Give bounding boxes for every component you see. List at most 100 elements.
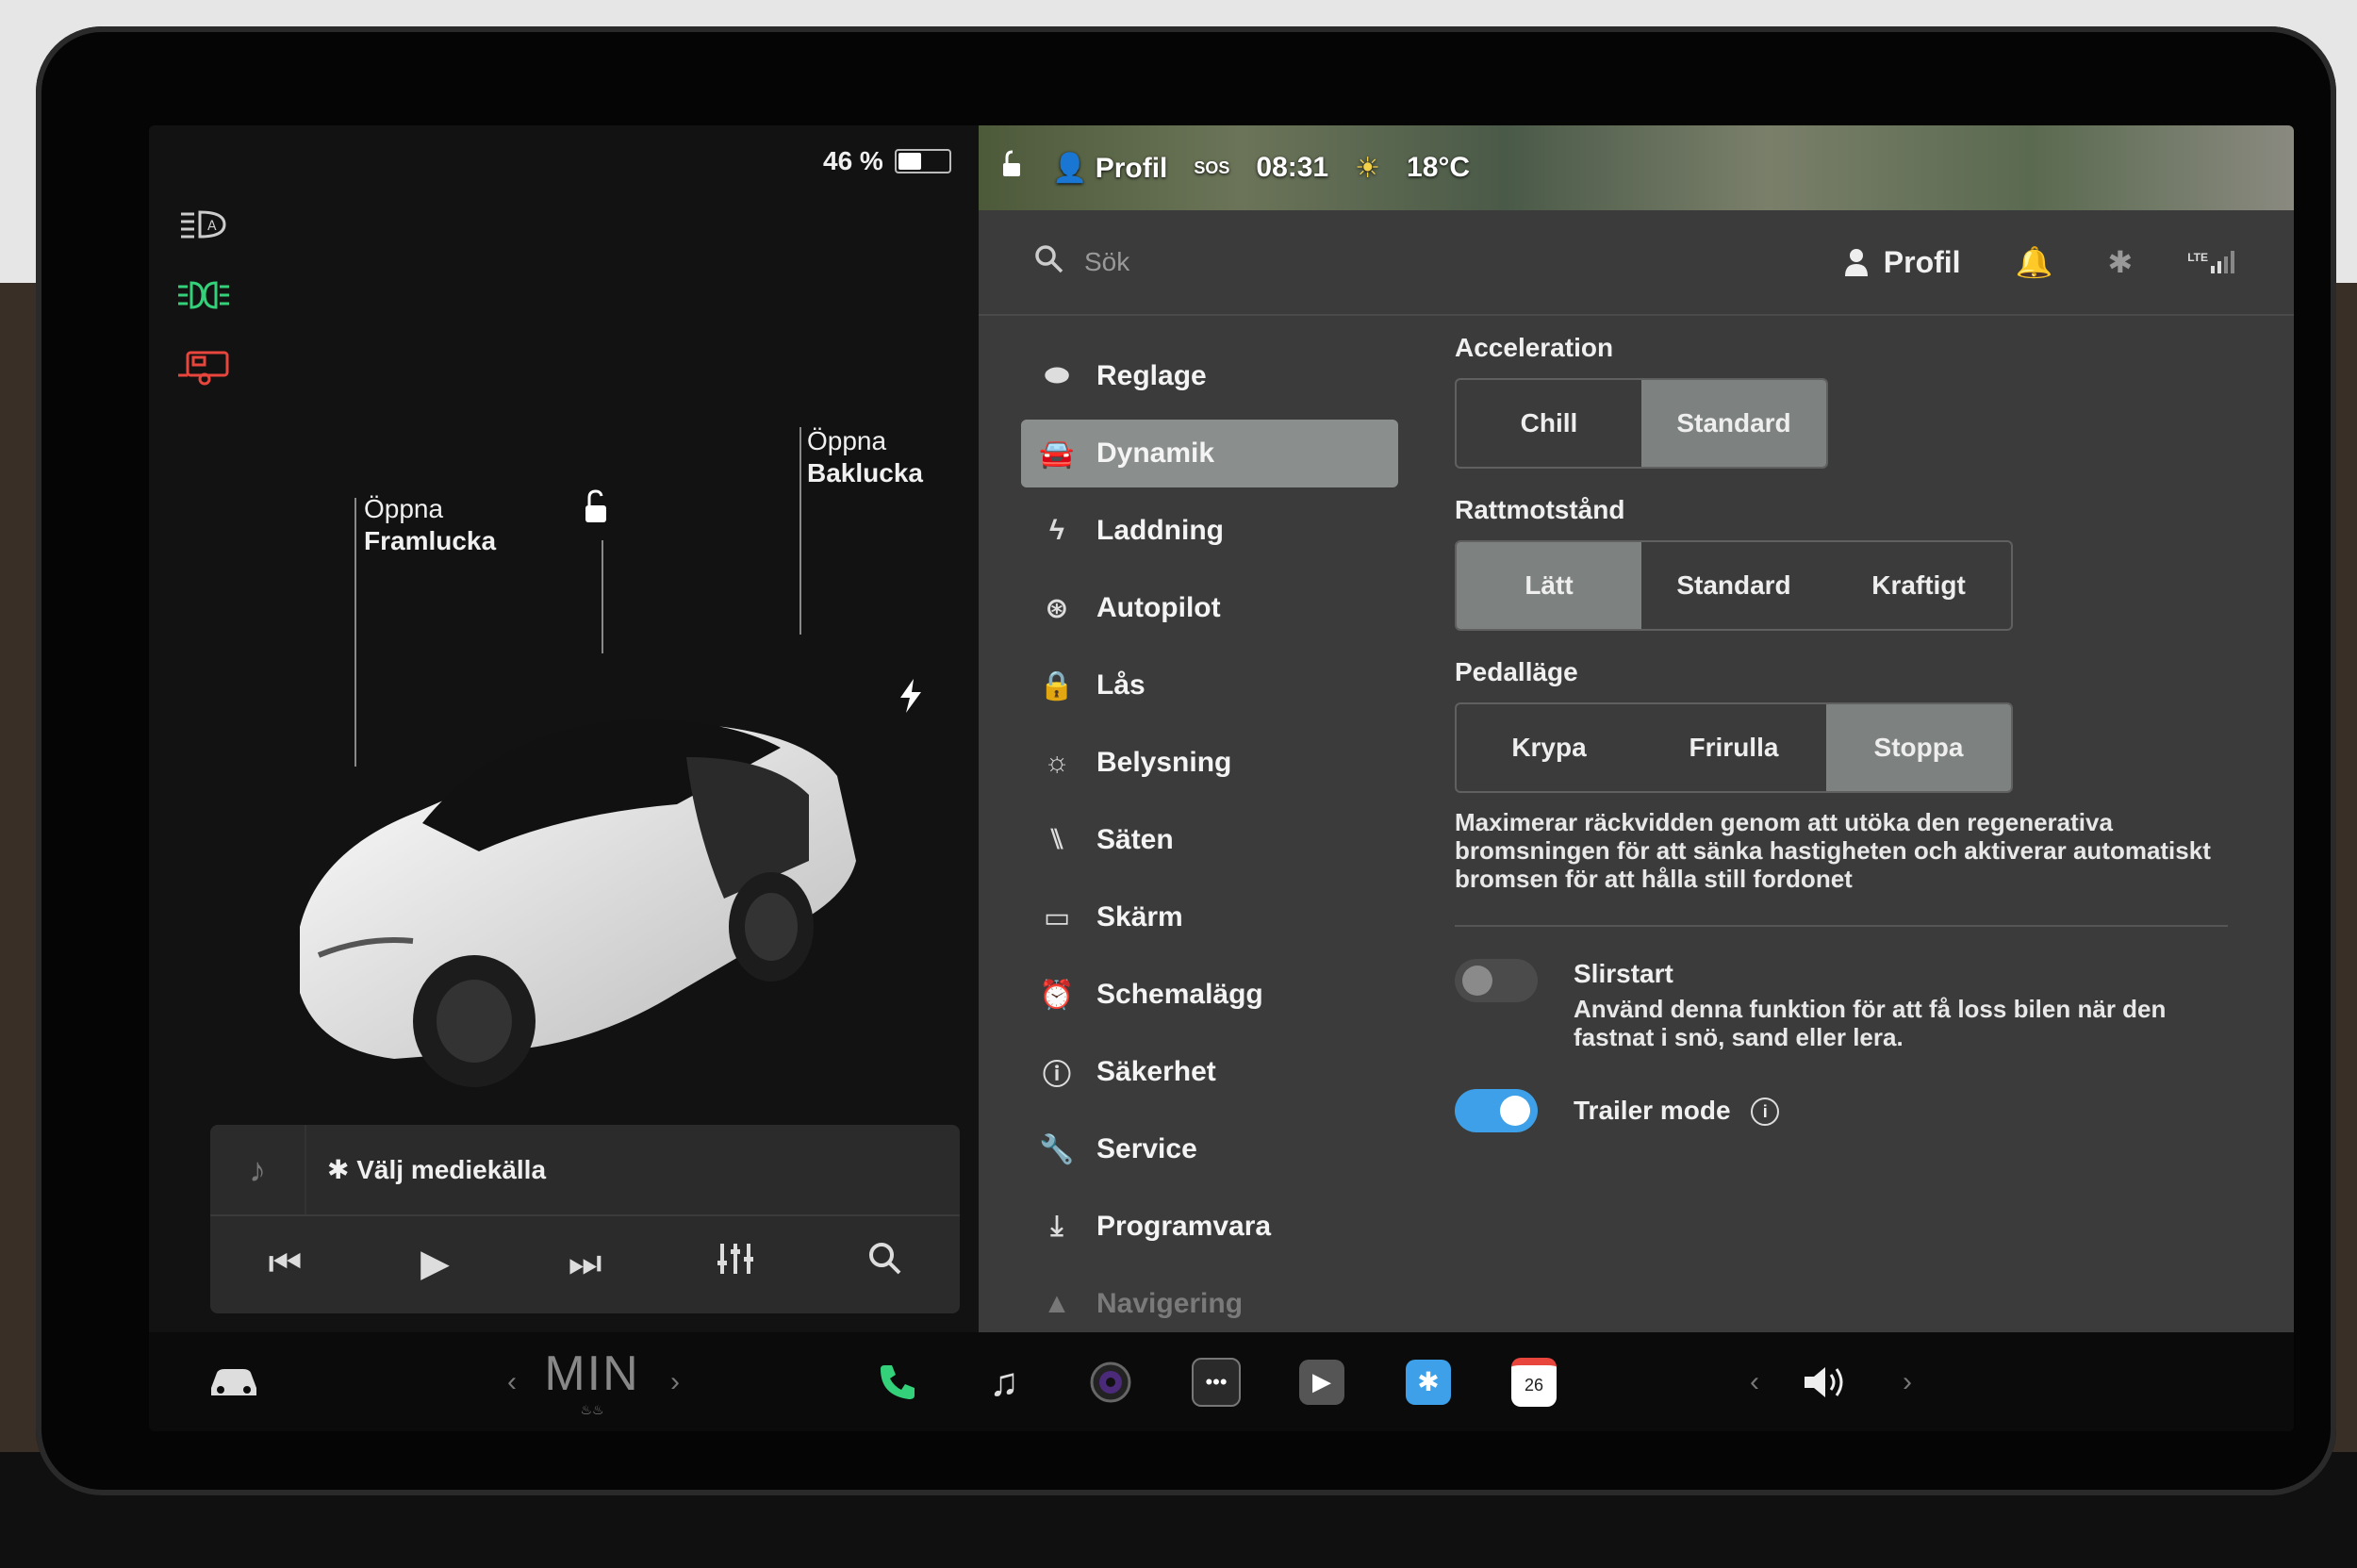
climate-increase-button[interactable]: ›	[656, 1332, 694, 1431]
bluetooth-icon[interactable]: ✱	[2107, 244, 2133, 280]
previous-track-icon[interactable]: ⏮	[248, 1243, 323, 1285]
open-trunk-callout[interactable]: Öppna Baklucka	[807, 425, 923, 489]
climate-decrease-button[interactable]: ‹	[493, 1332, 531, 1431]
menu-item-label: Lås	[1096, 669, 1146, 701]
menu-item-label: Säkerhet	[1096, 1056, 1216, 1087]
menu-item-dynamik[interactable]: 🚘 Dynamik	[1021, 420, 1398, 487]
menu-item-label: Service	[1096, 1133, 1197, 1164]
phone-icon[interactable]	[867, 1332, 928, 1431]
svg-text:A: A	[207, 219, 217, 234]
pedal-option-stoppa[interactable]: Stoppa	[1826, 704, 2011, 791]
car-icon[interactable]	[196, 1332, 272, 1431]
search-input[interactable]	[1082, 246, 1652, 278]
menu-item-service[interactable]: 🔧 Service	[1021, 1115, 1398, 1183]
media-player: ♪ ✱ Välj mediekälla ⏮ ▶ ⏭	[210, 1125, 960, 1313]
status-bar: 👤 Profil SOS 08:31 ☀ 18°C	[979, 125, 1470, 210]
pedal-mode-title: Pedalläge	[1455, 657, 1578, 686]
open-frunk-callout[interactable]: Öppna Framlucka	[364, 493, 496, 557]
steering-option-standard[interactable]: Standard	[1641, 542, 1826, 629]
trunk-callout-line	[799, 427, 801, 635]
settings-menu: ⬬ Reglage 🚘 Dynamik ϟ Laddning ⊛ Autopilot 🔒…	[1021, 342, 1398, 1347]
play-icon[interactable]: ▶	[398, 1242, 473, 1285]
info-icon[interactable]: i	[1751, 1098, 1780, 1127]
battery-status: 46 %	[823, 146, 951, 176]
profile-button[interactable]: Profil	[1844, 245, 1961, 280]
lte-label: LTE	[2187, 251, 2208, 264]
menu-item-reglage[interactable]: ⬬ Reglage	[1021, 342, 1398, 410]
status-profile[interactable]: 👤 Profil	[1052, 152, 1167, 185]
climate-control[interactable]: MIN ♨♨	[536, 1332, 649, 1431]
menu-item-saten[interactable]: ⑊ Säten	[1021, 806, 1398, 874]
steering-selector: Lätt Standard Kraftigt	[1455, 540, 2013, 631]
pedal-option-krypa[interactable]: Krypa	[1457, 704, 1641, 791]
topbar-actions: Profil 🔔 ✱ LTE	[1844, 210, 2237, 314]
frunk-callout-line1: Öppna	[364, 494, 444, 523]
notification-bell-icon[interactable]: 🔔	[2016, 244, 2053, 280]
divider	[1455, 925, 2228, 927]
steering-option-kraftigt[interactable]: Kraftigt	[1826, 542, 2011, 629]
light-bulb-icon: ☼	[1044, 747, 1070, 778]
theater-icon[interactable]: ▶	[1292, 1332, 1352, 1431]
trunk-callout-line1: Öppna	[807, 426, 887, 455]
slip-start-title: Slirstart	[1574, 959, 1673, 988]
auto-headlight-icon: A	[175, 201, 232, 248]
sos-indicator: SOS	[1194, 157, 1230, 177]
media-source-label[interactable]: ✱ Välj mediekälla	[327, 1154, 546, 1185]
toggle-icon: ⬬	[1045, 360, 1069, 391]
slip-start-row: Slirstart Använd denna funktion för att …	[1455, 959, 2228, 1051]
camera-icon[interactable]	[1080, 1332, 1141, 1431]
trailer-mode-row: Trailer mode i	[1455, 1089, 2228, 1132]
media-search-icon[interactable]	[848, 1242, 923, 1285]
parking-light-icon	[175, 272, 232, 319]
menu-item-laddning[interactable]: ϟ Laddning	[1021, 497, 1398, 565]
menu-item-label: Skärm	[1096, 901, 1183, 933]
acceleration-option-standard[interactable]: Standard	[1641, 380, 1826, 467]
steering-option-latt[interactable]: Lätt	[1457, 542, 1641, 629]
climate-temperature: MIN	[544, 1346, 640, 1401]
vehicle-model-image	[281, 616, 941, 1106]
search-icon[interactable]	[1033, 243, 1063, 282]
equalizer-icon[interactable]	[698, 1242, 773, 1285]
menu-item-las[interactable]: 🔒 Lås	[1021, 652, 1398, 719]
calendar-day: 26	[1511, 1357, 1557, 1407]
menu-item-programvara[interactable]: ⤓ Programvara	[1021, 1193, 1398, 1261]
more-apps-icon[interactable]: •••	[1186, 1332, 1246, 1431]
music-icon[interactable]: ♫	[974, 1332, 1034, 1431]
battery-icon	[894, 149, 951, 173]
download-icon: ⤓	[1050, 1211, 1063, 1242]
trailer-icon	[175, 344, 232, 391]
profile-label: Profil	[1883, 244, 1961, 279]
menu-item-belysning[interactable]: ☼ Belysning	[1021, 729, 1398, 797]
battery-level-fill	[898, 153, 921, 170]
media-source-bar[interactable]: ♪ ✱ Välj mediekälla	[210, 1125, 960, 1216]
slip-start-description: Använd denna funktion för att få loss bi…	[1574, 995, 2167, 1051]
menu-item-navigering[interactable]: ▲ Navigering	[1021, 1270, 1398, 1338]
menu-item-label: Belysning	[1096, 747, 1232, 778]
volume-icon[interactable]	[1789, 1332, 1865, 1431]
trailer-mode-title: Trailer mode	[1574, 1095, 1731, 1125]
acceleration-option-chill[interactable]: Chill	[1457, 380, 1641, 467]
next-track-icon[interactable]: ⏭	[548, 1243, 623, 1285]
bluetooth-app-icon[interactable]: ✱	[1398, 1332, 1459, 1431]
lock-icon: 🔒	[1039, 669, 1075, 701]
slip-start-toggle[interactable]	[1455, 959, 1538, 1002]
touchscreen: A 46 % Öppna Framlucka Öppna Baklucka ♪ …	[149, 125, 2294, 1431]
menu-item-label: Navigering	[1096, 1288, 1244, 1319]
menu-item-sakerhet[interactable]: ⓘ Säkerhet	[1021, 1038, 1398, 1106]
menu-item-autopilot[interactable]: ⊛ Autopilot	[1021, 574, 1398, 642]
unlock-icon[interactable]	[576, 488, 614, 531]
lock-status-icon[interactable]	[997, 150, 1026, 186]
volume-down-button[interactable]: ‹	[1736, 1332, 1773, 1431]
music-note-icon: ♪	[210, 1125, 306, 1214]
status-profile-label: Profil	[1095, 152, 1168, 184]
clock: 08:31	[1256, 152, 1329, 183]
menu-item-skarm[interactable]: ▭ Skärm	[1021, 883, 1398, 951]
pedal-option-frirulla[interactable]: Frirulla	[1641, 704, 1826, 791]
menu-item-label: Reglage	[1096, 360, 1207, 391]
menu-item-schemalagg[interactable]: ⏰ Schemalägg	[1021, 961, 1398, 1029]
acceleration-title: Acceleration	[1455, 333, 1614, 362]
volume-up-button[interactable]: ›	[1888, 1332, 1926, 1431]
trunk-callout-line2: Baklucka	[807, 458, 923, 487]
calendar-icon[interactable]: 26	[1504, 1332, 1564, 1431]
trailer-mode-toggle[interactable]	[1455, 1089, 1538, 1132]
